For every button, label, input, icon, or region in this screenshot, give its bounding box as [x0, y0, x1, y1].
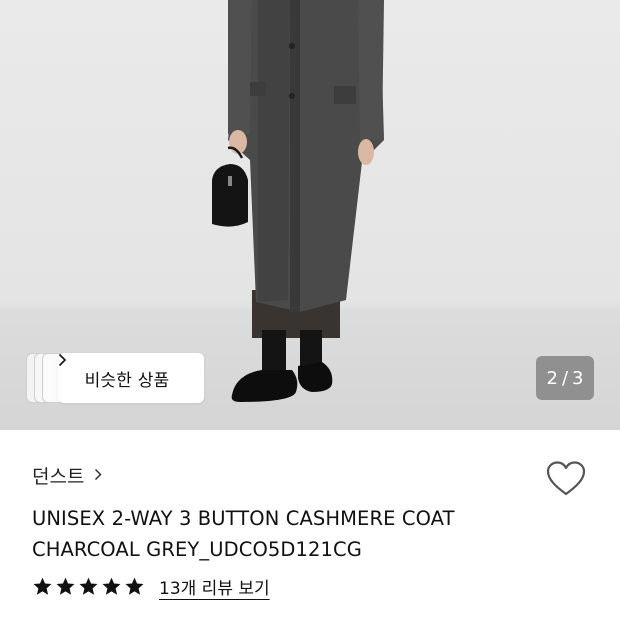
image-counter: 2 / 3 — [536, 356, 594, 400]
product-title-line-1: UNISEX 2-WAY 3 BUTTON CASHMERE COAT — [32, 507, 455, 530]
star-filled-icon — [79, 577, 98, 595]
brand-name: 던스트 — [32, 466, 85, 488]
rating-stars — [32, 576, 145, 597]
wishlist-button[interactable] — [545, 460, 587, 498]
image-counter-current: 2 — [546, 367, 558, 389]
rating-row: 13개 리뷰 보기 — [32, 574, 270, 599]
similar-products-button[interactable]: 비슷한 상품 — [58, 353, 204, 403]
product-image-gallery[interactable]: 비슷한 상품 2 / 3 — [0, 0, 620, 430]
brand-link[interactable]: 던스트 — [32, 462, 103, 489]
product-title: UNISEX 2-WAY 3 BUTTON CASHMERE COAT CHAR… — [32, 503, 562, 565]
heart-outline-icon — [546, 461, 586, 496]
image-counter-total: 3 — [572, 367, 584, 389]
star-filled-icon — [33, 577, 52, 595]
star-filled-icon — [102, 577, 121, 595]
chevron-right-icon — [94, 465, 103, 486]
star-filled-icon — [56, 577, 75, 595]
reviews-link[interactable]: 13개 리뷰 보기 — [159, 574, 270, 599]
image-counter-separator: / — [561, 367, 569, 389]
similar-products-label: 비슷한 상품 — [84, 370, 170, 391]
product-title-line-2: CHARCOAL GREY_UDCO5D121CG — [32, 538, 362, 561]
star-filled-icon — [125, 577, 144, 595]
product-detail-page: 비슷한 상품 2 / 3 던스트 UNISEX 2-WAY 3 BUTTON C… — [0, 0, 620, 620]
